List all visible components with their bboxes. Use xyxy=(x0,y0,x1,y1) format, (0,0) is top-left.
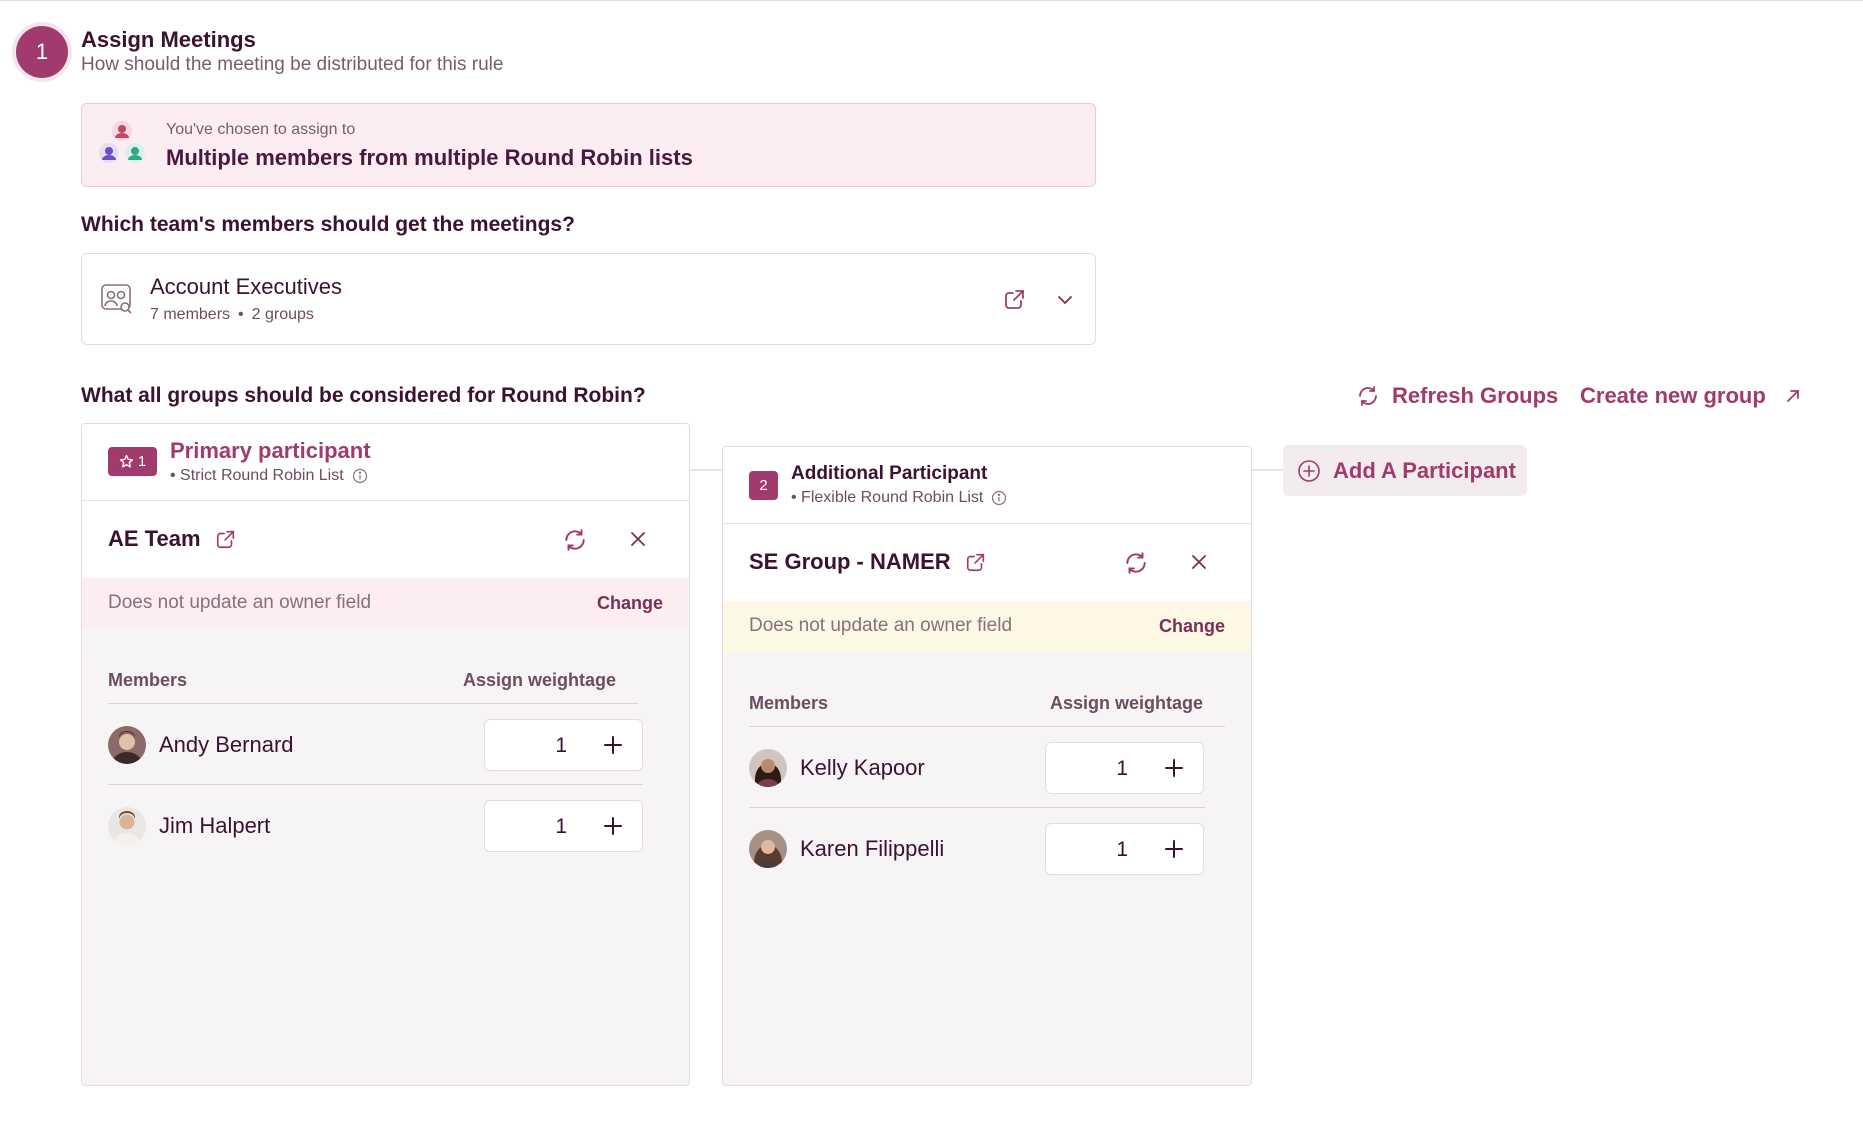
group-name: AE Team xyxy=(108,526,237,552)
owner-field-text: Does not update an owner field xyxy=(108,592,372,613)
participant-title: Primary participant xyxy=(170,438,371,463)
list-type-label: • Flexible Round Robin List xyxy=(791,489,984,506)
plus-icon[interactable] xyxy=(1163,757,1185,779)
team-select[interactable]: Account Executives 7 members • 2 groups xyxy=(81,253,1096,345)
owner-field-row: Does not update an owner field Change xyxy=(82,578,689,628)
participant-title: Additional Participant xyxy=(791,463,988,484)
avatar xyxy=(749,830,787,868)
avatar xyxy=(749,749,787,787)
participant-card-primary: 1 Primary participant • Strict Round Rob… xyxy=(81,423,690,1086)
column-header-members: Members xyxy=(108,670,188,690)
refresh-icon[interactable] xyxy=(1123,550,1149,576)
assignment-summary-label: You've chosen to assign to xyxy=(166,121,356,138)
member-row: Jim Halpert 1 xyxy=(108,786,643,866)
info-icon[interactable] xyxy=(352,468,368,484)
plus-icon[interactable] xyxy=(602,815,624,837)
refresh-groups-link[interactable]: Refresh Groups xyxy=(1356,383,1558,409)
step-title: Assign Meetings xyxy=(81,27,256,52)
chevron-down-icon[interactable] xyxy=(1055,290,1075,310)
external-link-icon[interactable] xyxy=(215,528,237,550)
step-subtitle: How should the meeting be distributed fo… xyxy=(81,54,504,75)
plus-icon[interactable] xyxy=(602,734,624,756)
close-icon[interactable] xyxy=(1188,551,1210,573)
step-number-badge: 1 xyxy=(16,26,68,78)
member-row: Karen Filippelli 1 xyxy=(749,809,1205,889)
plus-icon[interactable] xyxy=(1163,838,1185,860)
participant-list-type: • Flexible Round Robin List xyxy=(791,489,1007,507)
column-header-members: Members xyxy=(749,693,829,713)
groups-question: What all groups should be considered for… xyxy=(81,384,646,407)
info-icon[interactable] xyxy=(991,490,1007,506)
member-name: Jim Halpert xyxy=(159,813,271,838)
team-member-count: 7 members xyxy=(150,306,231,323)
change-owner-button[interactable]: Change xyxy=(597,593,663,614)
create-new-group-link[interactable]: Create new group xyxy=(1580,383,1802,409)
column-header-weightage: Assign weightage xyxy=(1049,693,1203,713)
member-name: Karen Filippelli xyxy=(800,836,945,861)
assignment-summary-box: You've chosen to assign to Multiple memb… xyxy=(81,103,1096,187)
meta-separator: • xyxy=(238,306,244,323)
team-group-count: 2 groups xyxy=(251,306,314,323)
group-name: SE Group - NAMER xyxy=(749,549,987,575)
participant-number: 2 xyxy=(749,471,778,500)
list-type-label: • Strict Round Robin List xyxy=(170,467,344,484)
primary-badge: 1 xyxy=(108,447,157,476)
add-participant-label: Add A Participant xyxy=(1333,457,1516,483)
member-row: Kelly Kapoor 1 xyxy=(749,728,1205,808)
weightage-stepper[interactable]: 1 xyxy=(1045,742,1204,794)
group-row: AE Team xyxy=(82,501,689,578)
member-name: Kelly Kapoor xyxy=(800,755,925,780)
create-new-group-label: Create new group xyxy=(1580,383,1766,408)
participant-card-additional: 2 Additional Participant • Flexible Roun… xyxy=(722,446,1252,1086)
avatar xyxy=(108,807,146,845)
weightage-value[interactable]: 1 xyxy=(485,815,595,839)
participant-number: 1 xyxy=(137,453,147,470)
external-link-icon[interactable] xyxy=(965,551,987,573)
owner-field-row: Does not update an owner field Change xyxy=(723,601,1251,651)
participant-list-type: • Strict Round Robin List xyxy=(170,467,368,485)
members-table-header: Members Assign weightage xyxy=(749,683,1225,727)
column-header-weightage: Assign weightage xyxy=(462,670,616,690)
member-row: Andy Bernard 1 xyxy=(108,705,643,785)
weightage-stepper[interactable]: 1 xyxy=(484,719,643,771)
add-participant-button[interactable]: Add A Participant xyxy=(1283,445,1527,496)
weightage-value[interactable]: 1 xyxy=(485,734,595,758)
team-question: Which team's members should get the meet… xyxy=(81,213,575,236)
card-connector xyxy=(1251,469,1283,471)
avatar xyxy=(108,726,146,764)
assignment-summary-value: Multiple members from multiple Round Rob… xyxy=(166,145,693,170)
team-icon xyxy=(101,284,132,314)
weightage-value[interactable]: 1 xyxy=(1046,757,1156,781)
weightage-value[interactable]: 1 xyxy=(1046,838,1156,862)
weightage-stepper[interactable]: 1 xyxy=(1045,823,1204,875)
arrow-up-right-icon xyxy=(1786,390,1799,402)
external-link-icon[interactable] xyxy=(1003,287,1027,311)
owner-field-text: Does not update an owner field xyxy=(749,615,1013,636)
top-divider xyxy=(0,0,1863,1)
close-icon[interactable] xyxy=(627,528,649,550)
refresh-icon xyxy=(1359,386,1377,406)
participant-header: 1 Primary participant • Strict Round Rob… xyxy=(82,424,689,501)
participant-header: 2 Additional Participant • Flexible Roun… xyxy=(723,447,1251,524)
group-name-label: AE Team xyxy=(108,526,201,551)
refresh-groups-label: Refresh Groups xyxy=(1392,383,1559,408)
members-table-header: Members Assign weightage xyxy=(108,660,638,704)
group-name-label: SE Group - NAMER xyxy=(749,549,951,574)
change-owner-button[interactable]: Change xyxy=(1159,616,1225,637)
users-group-icon xyxy=(99,121,145,163)
plus-circle-icon xyxy=(1298,459,1320,482)
weightage-stepper[interactable]: 1 xyxy=(484,800,643,852)
refresh-icon[interactable] xyxy=(562,527,588,553)
card-connector xyxy=(689,469,723,471)
team-meta: 7 members • 2 groups xyxy=(150,306,314,324)
group-row: SE Group - NAMER xyxy=(723,524,1251,601)
star-icon xyxy=(119,454,133,468)
member-name: Andy Bernard xyxy=(159,732,294,757)
team-name: Account Executives xyxy=(150,274,342,299)
